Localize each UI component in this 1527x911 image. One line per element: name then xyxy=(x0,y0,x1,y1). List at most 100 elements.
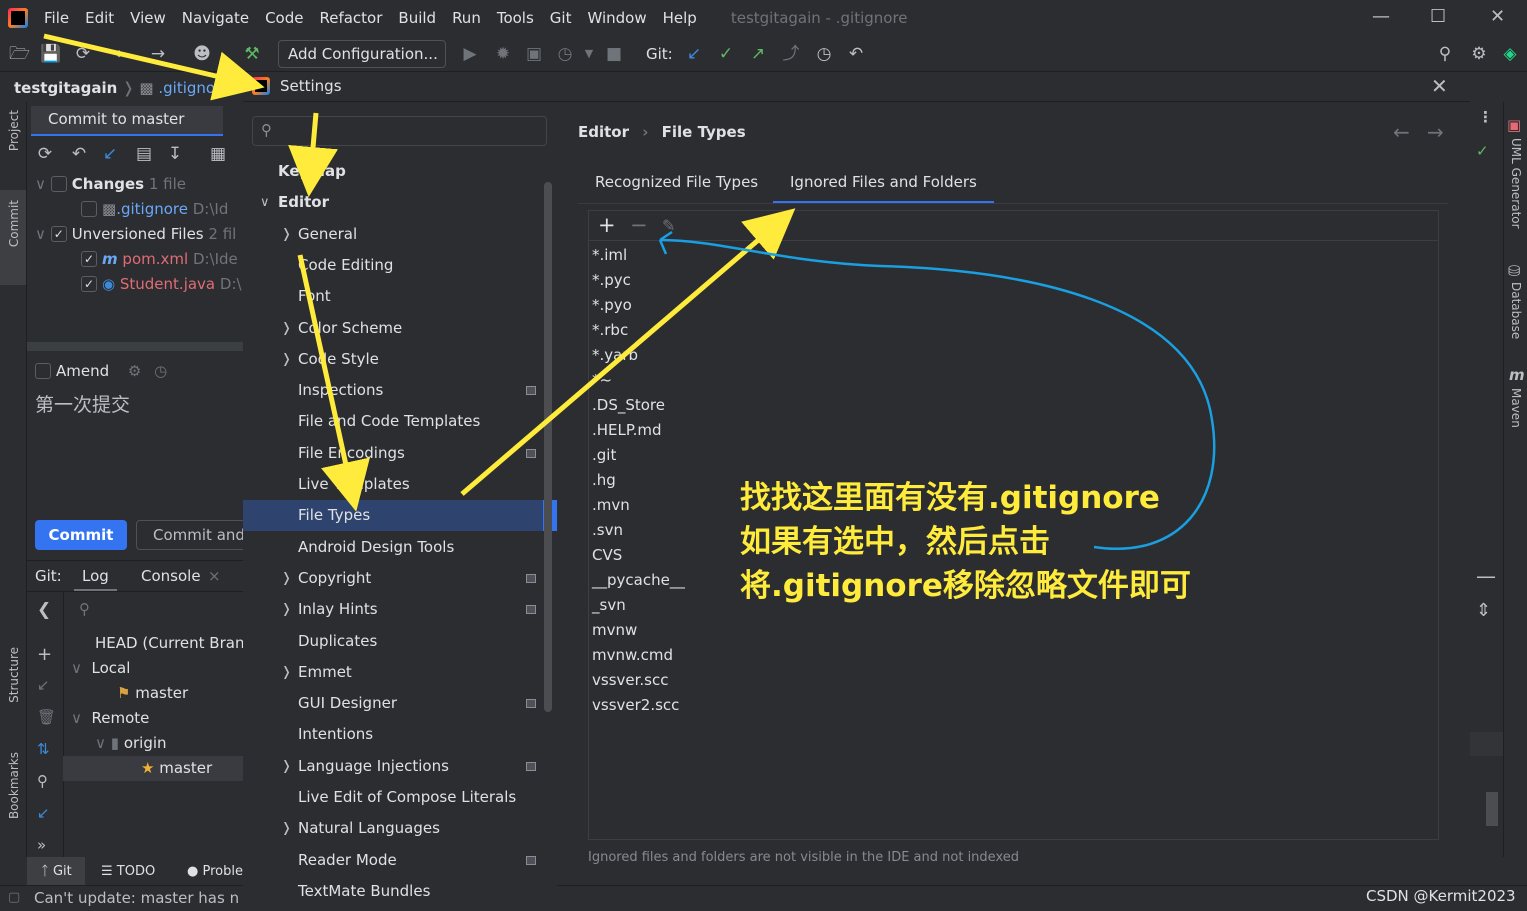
refresh-icon[interactable]: ⟳ xyxy=(35,144,55,164)
crumb-editor[interactable]: Editor xyxy=(578,123,629,141)
more-options-icon[interactable]: ⋮ xyxy=(1478,108,1493,126)
commit-tab[interactable]: Commit to master xyxy=(31,106,223,136)
bookmarks-tool-tab[interactable]: Bookmarks xyxy=(7,752,21,819)
menu-view[interactable]: View xyxy=(130,9,166,27)
branch-search-icon[interactable]: ⚲ xyxy=(79,600,90,618)
plugin-icon[interactable]: ◈ xyxy=(1500,44,1520,64)
chevron-right-icon[interactable]: ❭ xyxy=(281,313,292,344)
delete-branch-icon[interactable]: 🗑 xyxy=(37,708,56,726)
git-merge-icon[interactable]: ⤴ xyxy=(781,44,801,64)
commit-tool-tab[interactable]: Commit xyxy=(7,200,21,247)
close-console-icon[interactable]: × xyxy=(208,567,221,585)
file-checkbox[interactable] xyxy=(81,200,97,217)
ignored-pattern-item[interactable]: .DS_Store xyxy=(592,393,665,418)
user-icon[interactable]: ☻ xyxy=(192,44,212,64)
commit-options-gear-icon[interactable]: ⚙ xyxy=(128,362,141,380)
uml-generator-tab[interactable]: UML Generator xyxy=(1509,138,1523,229)
changed-file-row[interactable]: ▩.gitignore D:\Id xyxy=(81,197,228,222)
tab-ignored-files[interactable]: Ignored Files and Folders xyxy=(773,162,994,204)
changes-node[interactable]: ∨ Changes 1 file xyxy=(35,172,186,197)
menu-code[interactable]: Code xyxy=(265,9,303,27)
profile-icon[interactable]: ◷ xyxy=(555,44,575,64)
remote-node[interactable]: ∨ Remote xyxy=(71,706,149,731)
settings-search-input[interactable]: ⚲ xyxy=(252,116,547,146)
unversioned-file-row[interactable]: ✓ m pom.xml D:\Ide xyxy=(81,247,238,272)
menu-help[interactable]: Help xyxy=(663,9,697,27)
sync-icon[interactable]: ⟳ xyxy=(73,44,93,64)
ignored-pattern-item[interactable]: mvnw.cmd xyxy=(592,643,673,668)
problems-bottom-tab[interactable]: ● Proble xyxy=(187,864,243,879)
build-hammer-icon[interactable]: ⚒ xyxy=(242,44,262,64)
settings-tree-item[interactable]: Live Templates xyxy=(243,469,543,500)
settings-tree-item[interactable]: ❭ Code Style xyxy=(243,344,543,375)
project-tool-tab[interactable]: Project xyxy=(7,110,21,151)
amend-row[interactable]: Amend ⚙ ◷ xyxy=(35,359,167,384)
settings-tree-item[interactable]: Android Design Tools xyxy=(243,532,543,563)
ignored-pattern-item[interactable]: _svn xyxy=(592,593,626,618)
maven-tab[interactable]: Maven xyxy=(1509,388,1523,428)
ignored-pattern-item[interactable]: *.pyo xyxy=(592,293,632,318)
settings-tree-item[interactable]: TextMate Bundles xyxy=(243,876,543,907)
git-update-icon[interactable]: ↙ xyxy=(684,44,704,64)
ignored-pattern-item[interactable]: .git xyxy=(592,443,616,468)
more-run-chevron-icon[interactable]: ▼ xyxy=(579,44,599,64)
rollback-icon[interactable]: ↶ xyxy=(69,144,89,164)
chevron-down-icon[interactable]: ∨ xyxy=(260,187,270,218)
ignored-pattern-item[interactable]: .mvn xyxy=(592,493,630,518)
todo-bottom-tab[interactable]: ☰ TODO xyxy=(101,864,155,879)
ignored-pattern-item[interactable]: .HELP.md xyxy=(592,418,662,443)
ignored-pattern-item[interactable]: mvnw xyxy=(592,618,637,643)
menu-git[interactable]: Git xyxy=(550,9,572,27)
commit-message-input[interactable]: 第一次提交 xyxy=(35,390,130,417)
settings-gear-icon[interactable]: ⚙ xyxy=(1469,44,1489,64)
settings-tree-item[interactable]: File and Code Templates xyxy=(243,406,543,437)
git-push-icon[interactable]: ↗ xyxy=(748,44,768,64)
coverage-icon[interactable]: ▣ xyxy=(524,44,544,64)
git-console-tab[interactable]: Console xyxy=(141,567,201,585)
back-icon[interactable]: ← xyxy=(112,44,132,64)
ignored-pattern-item[interactable]: *~ xyxy=(592,368,612,393)
git-commit-icon[interactable]: ✓ xyxy=(716,44,736,64)
unversioned-node[interactable]: ∨ ✓ Unversioned Files 2 fil xyxy=(35,222,236,247)
local-master-item[interactable]: ⚑ master xyxy=(117,681,188,706)
student-checkbox[interactable]: ✓ xyxy=(81,275,97,292)
chevron-right-icon[interactable]: ❭ xyxy=(281,657,292,688)
ignored-pattern-item[interactable]: *.iml xyxy=(592,243,627,268)
menu-refactor[interactable]: Refactor xyxy=(319,9,382,27)
settings-tree-item[interactable]: GUI Designer xyxy=(243,688,543,719)
run-icon[interactable]: ▶ xyxy=(460,44,480,64)
chevron-right-icon[interactable]: ❭ xyxy=(281,563,292,594)
nav-forward-icon[interactable]: → xyxy=(1427,120,1444,144)
diff-icon[interactable]: ▤ xyxy=(134,144,154,164)
settings-tree-item[interactable]: ❭ Inlay Hints xyxy=(243,594,543,625)
splitter[interactable] xyxy=(27,342,243,351)
checkout-icon[interactable]: ↙ xyxy=(37,676,50,694)
git-rollback-icon[interactable]: ↶ xyxy=(846,44,866,64)
unversioned-checkbox[interactable]: ✓ xyxy=(50,225,67,242)
settings-tree-item[interactable]: Reader Mode xyxy=(243,845,543,876)
open-folder-icon[interactable]: 🗁 xyxy=(9,44,30,64)
git-bottom-tab[interactable]: ᛏ Git xyxy=(27,857,85,885)
changes-checkbox[interactable] xyxy=(50,175,67,192)
fetch-icon[interactable]: ⇅ xyxy=(37,740,50,758)
settings-tree-item[interactable]: Font xyxy=(243,281,543,312)
commit-and-push-button[interactable]: Commit and xyxy=(136,520,243,550)
ignored-pattern-item[interactable]: vssver.scc xyxy=(592,668,668,693)
settings-tree-scrollbar[interactable] xyxy=(544,182,552,712)
settings-tree-item[interactable]: Code Editing xyxy=(243,250,543,281)
settings-tree-item[interactable]: ❭ Color Scheme xyxy=(243,313,543,344)
remove-icon[interactable]: − xyxy=(630,213,648,237)
save-icon[interactable]: 💾 xyxy=(40,44,61,64)
add-icon[interactable]: + xyxy=(598,213,616,237)
forward-icon[interactable]: → xyxy=(148,44,168,64)
minimize-icon[interactable]: — xyxy=(1372,6,1390,27)
ignored-pattern-item[interactable]: .svn xyxy=(592,518,623,543)
update-branch-icon[interactable]: ↙ xyxy=(37,804,50,822)
add-configuration-button[interactable]: Add Configuration... xyxy=(278,40,446,68)
settings-tree-item[interactable]: Inspections xyxy=(243,375,543,406)
menu-edit[interactable]: Edit xyxy=(85,9,114,27)
tab-recognized-file-types[interactable]: Recognized File Types xyxy=(595,162,758,204)
chevron-right-icon[interactable]: ❭ xyxy=(281,751,292,782)
chevron-right-icon[interactable]: ❭ xyxy=(281,219,292,250)
add-branch-icon[interactable]: + xyxy=(37,644,52,665)
